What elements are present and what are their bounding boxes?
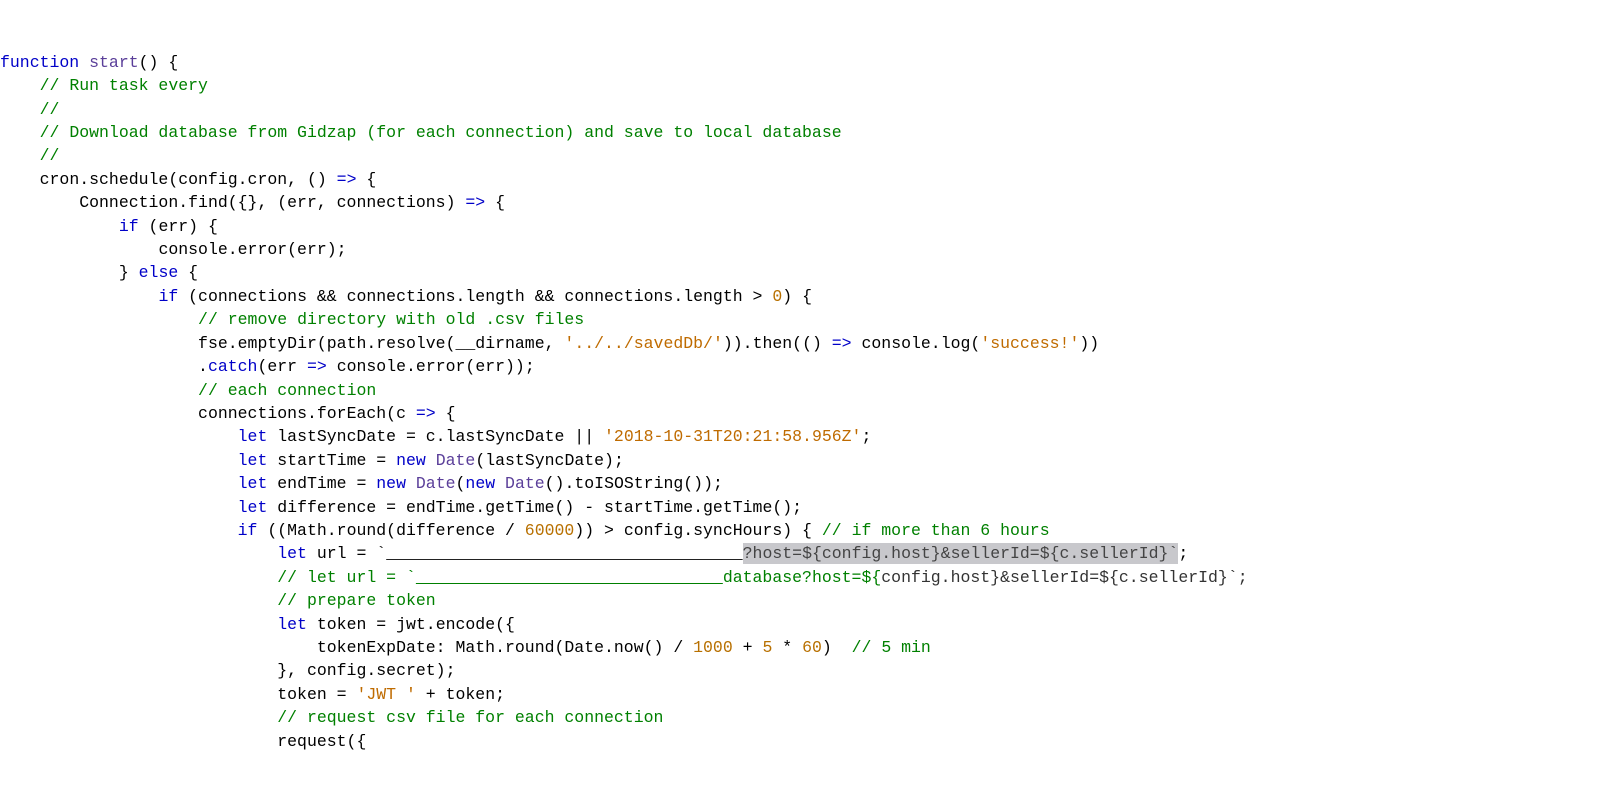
comment: // prepare token [277, 591, 435, 610]
comment: // let url = ` [277, 568, 416, 587]
class-date: Date [416, 474, 456, 493]
code: + [733, 638, 763, 657]
string: '2018-10-31T20:21:58.956Z' [604, 427, 861, 446]
keyword-catch: catch [208, 357, 258, 376]
comment: // remove directory with old .csv files [198, 310, 584, 329]
code: ) [822, 638, 852, 657]
code: (connections && connections.length && co… [178, 287, 772, 306]
code: token = jwt.encode({ [307, 615, 515, 634]
code: . [198, 357, 208, 376]
code: ().toISOString()); [545, 474, 723, 493]
arrow: => [307, 357, 327, 376]
keyword-let: let [238, 451, 268, 470]
number: 60000 [525, 521, 575, 540]
code: console.error(err)); [327, 357, 535, 376]
code: ( [456, 474, 466, 493]
code: tokenExpDate: Math.round(Date.now() / [317, 638, 693, 657]
class-date: Date [436, 451, 476, 470]
arrow: => [416, 404, 436, 423]
comment: // Download database from Gidzap (for ea… [40, 123, 842, 142]
code: (lastSyncDate); [475, 451, 624, 470]
selected-text: ?host=${config.host}&sellerId=${c.seller… [743, 543, 1179, 564]
comment: // Run task every [40, 76, 208, 95]
string: 'success!' [980, 334, 1079, 353]
code: console.error(err); [158, 240, 346, 259]
code: token = [277, 685, 356, 704]
number: 0 [772, 287, 782, 306]
code: connections.forEach(c [198, 404, 416, 423]
keyword-if: if [238, 521, 258, 540]
comment: // request csv file for each connection [277, 708, 663, 727]
comment: // [40, 100, 60, 119]
keyword-let: let [277, 544, 307, 563]
keyword-function: function [0, 53, 79, 72]
code: fse.emptyDir(path.resolve(__dirname, [198, 334, 564, 353]
number: 60 [802, 638, 822, 657]
code: startTime = [267, 451, 396, 470]
keyword-else: else [139, 263, 179, 282]
code: cron.schedule(config.cron, () [40, 170, 337, 189]
template-expr: config.host}&sellerId=${c.sellerId}`; [881, 568, 1247, 587]
string: '../../savedDb/' [564, 334, 722, 353]
code: )).then(() [723, 334, 832, 353]
comment: // each connection [198, 381, 376, 400]
keyword-new: new [465, 474, 495, 493]
code: }, config.secret); [277, 661, 455, 680]
keyword-if: if [158, 287, 178, 306]
code-block: function start() { // Run task every // … [0, 53, 1248, 751]
string: 'JWT ' [356, 685, 415, 704]
keyword-if: if [119, 217, 139, 236]
keyword-new: new [376, 474, 406, 493]
comment: // [40, 146, 60, 165]
comment-tail: database?host=${ [723, 568, 881, 587]
code: url = [307, 544, 376, 563]
code: console.log( [852, 334, 981, 353]
arrow: => [465, 193, 485, 212]
arrow: => [337, 170, 357, 189]
code: ((Math.round(difference / [257, 521, 524, 540]
code: Connection.find({}, (err, connections) [79, 193, 465, 212]
code: )) > config.syncHours) { [574, 521, 822, 540]
code: (err [257, 357, 307, 376]
code: difference = endTime.getTime() - startTi… [267, 498, 802, 517]
keyword-let: let [277, 615, 307, 634]
function-name: start [89, 53, 139, 72]
keyword-new: new [396, 451, 426, 470]
keyword-let: let [238, 498, 268, 517]
code: endTime = [267, 474, 376, 493]
code: * [772, 638, 802, 657]
comment: // 5 min [852, 638, 931, 657]
keyword-let: let [238, 474, 268, 493]
number: 1000 [693, 638, 733, 657]
arrow: => [832, 334, 852, 353]
class-date: Date [505, 474, 545, 493]
keyword-let: let [238, 427, 268, 446]
comment: // if more than 6 hours [822, 521, 1050, 540]
code: request({ [277, 732, 366, 751]
code: + token; [416, 685, 505, 704]
code: lastSyncDate = c.lastSyncDate || [267, 427, 604, 446]
number: 5 [762, 638, 772, 657]
code: (err) { [139, 217, 218, 236]
